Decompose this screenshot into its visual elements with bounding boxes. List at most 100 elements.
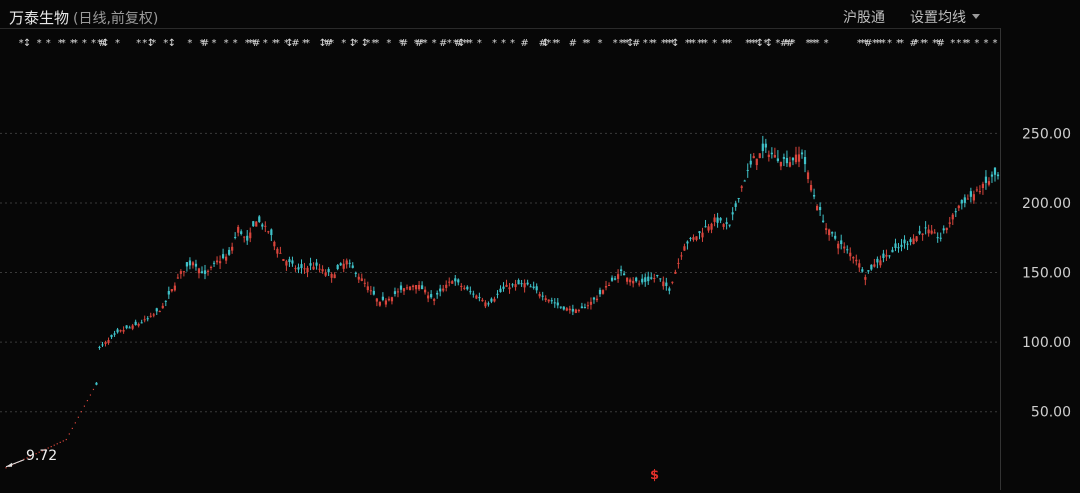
event-marker[interactable]: # <box>937 38 945 49</box>
event-marker[interactable]: * <box>374 38 379 49</box>
candle <box>680 251 683 260</box>
event-marker[interactable]: * <box>555 38 560 49</box>
event-marker[interactable]: * <box>492 38 497 49</box>
candle <box>454 275 457 286</box>
candle <box>119 329 122 333</box>
event-marker[interactable]: * <box>82 38 87 49</box>
event-marker[interactable]: * <box>790 38 795 49</box>
candle <box>234 232 237 240</box>
event-marker[interactable]: * <box>224 38 229 49</box>
candle <box>164 300 167 307</box>
event-marker[interactable]: # <box>569 38 577 49</box>
candle <box>113 330 116 337</box>
event-marker[interactable]: * <box>881 38 886 49</box>
event-marker[interactable]: * <box>643 38 648 49</box>
candle <box>725 217 728 230</box>
candle <box>948 216 951 228</box>
event-marker[interactable]: # <box>632 38 640 49</box>
candle <box>996 171 1000 180</box>
event-marker[interactable]: * <box>37 38 42 49</box>
candle <box>98 345 101 350</box>
event-marker[interactable]: * <box>341 38 346 49</box>
event-marker[interactable]: * <box>187 38 192 49</box>
event-marker[interactable]: * <box>423 38 428 49</box>
event-marker[interactable]: * <box>887 38 892 49</box>
candle <box>843 242 846 254</box>
event-marker[interactable]: * <box>914 38 919 49</box>
candle <box>987 177 991 187</box>
candle <box>529 284 532 288</box>
event-marker[interactable]: ↕ <box>23 38 31 49</box>
event-marker[interactable]: * <box>691 38 696 49</box>
event-marker[interactable]: * <box>703 38 708 49</box>
event-marker[interactable]: * <box>432 38 437 49</box>
event-marker[interactable]: ↕ <box>101 38 109 49</box>
event-marker[interactable]: * <box>233 38 238 49</box>
event-marker[interactable]: * <box>115 38 120 49</box>
event-marker[interactable]: # <box>252 38 260 49</box>
event-marker[interactable]: * <box>329 38 334 49</box>
candle <box>957 204 960 212</box>
event-marker[interactable]: * <box>956 38 961 49</box>
event-marker[interactable]: * <box>386 38 391 49</box>
event-marker[interactable]: * <box>477 38 482 49</box>
event-marker[interactable]: * <box>613 38 618 49</box>
event-marker[interactable]: * <box>824 38 829 49</box>
event-marker[interactable]: * <box>73 38 78 49</box>
event-marker[interactable]: * <box>263 38 268 49</box>
candle <box>330 272 333 283</box>
event-marker[interactable]: * <box>652 38 657 49</box>
event-marker[interactable]: # <box>291 38 299 49</box>
event-marker[interactable]: * <box>597 38 602 49</box>
event-marker[interactable]: * <box>585 38 590 49</box>
event-marker[interactable]: # <box>520 38 528 49</box>
event-marker[interactable]: * <box>275 38 280 49</box>
candle <box>755 158 758 171</box>
event-marker[interactable]: * <box>815 38 820 49</box>
candle <box>408 286 412 291</box>
event-marker[interactable]: * <box>91 38 96 49</box>
event-marker[interactable]: * <box>136 38 141 49</box>
candle <box>894 238 897 252</box>
event-marker[interactable]: * <box>974 38 979 49</box>
event-marker[interactable]: * <box>950 38 955 49</box>
event-marker[interactable]: * <box>365 38 370 49</box>
candle <box>698 230 701 240</box>
event-marker[interactable]: * <box>305 38 310 49</box>
event-marker[interactable]: # <box>201 38 209 49</box>
candlestick-chart[interactable]: 50.00100.00150.00200.00250.00 * ↕ * * ** ** * *… <box>0 0 1080 493</box>
candle <box>53 444 55 446</box>
event-marker[interactable]: * <box>46 38 51 49</box>
event-marker[interactable]: * <box>61 38 66 49</box>
candle <box>351 262 354 269</box>
event-marker[interactable]: * <box>712 38 717 49</box>
candle <box>291 256 294 267</box>
event-marker[interactable]: ↕ <box>671 38 679 49</box>
candle <box>831 231 834 237</box>
event-marker[interactable]: * <box>501 38 506 49</box>
event-marker[interactable]: * <box>992 38 997 49</box>
event-marker[interactable]: * <box>510 38 515 49</box>
event-marker[interactable]: * <box>923 38 928 49</box>
y-tick-label: 250.00 <box>1022 126 1071 142</box>
event-marker[interactable]: * <box>546 38 551 49</box>
event-marker[interactable]: * <box>353 38 358 49</box>
event-marker[interactable]: * <box>151 38 156 49</box>
event-marker[interactable]: * <box>212 38 217 49</box>
candle <box>420 281 424 290</box>
candle <box>267 230 270 234</box>
dividend-marker-icon[interactable]: $ <box>650 468 659 483</box>
event-marker[interactable]: * <box>899 38 904 49</box>
event-marker[interactable]: # <box>400 38 408 49</box>
candle <box>451 280 454 284</box>
candle <box>879 255 882 268</box>
event-marker[interactable]: * <box>983 38 988 49</box>
event-marker[interactable]: * <box>727 38 732 49</box>
event-marker[interactable]: * <box>468 38 473 49</box>
candle <box>580 302 584 309</box>
event-marker[interactable]: * <box>447 38 452 49</box>
candle <box>565 306 568 312</box>
event-marker[interactable]: ↕ <box>168 38 176 49</box>
event-marker[interactable]: * <box>965 38 970 49</box>
event-marker[interactable]: ↕ <box>765 38 773 49</box>
